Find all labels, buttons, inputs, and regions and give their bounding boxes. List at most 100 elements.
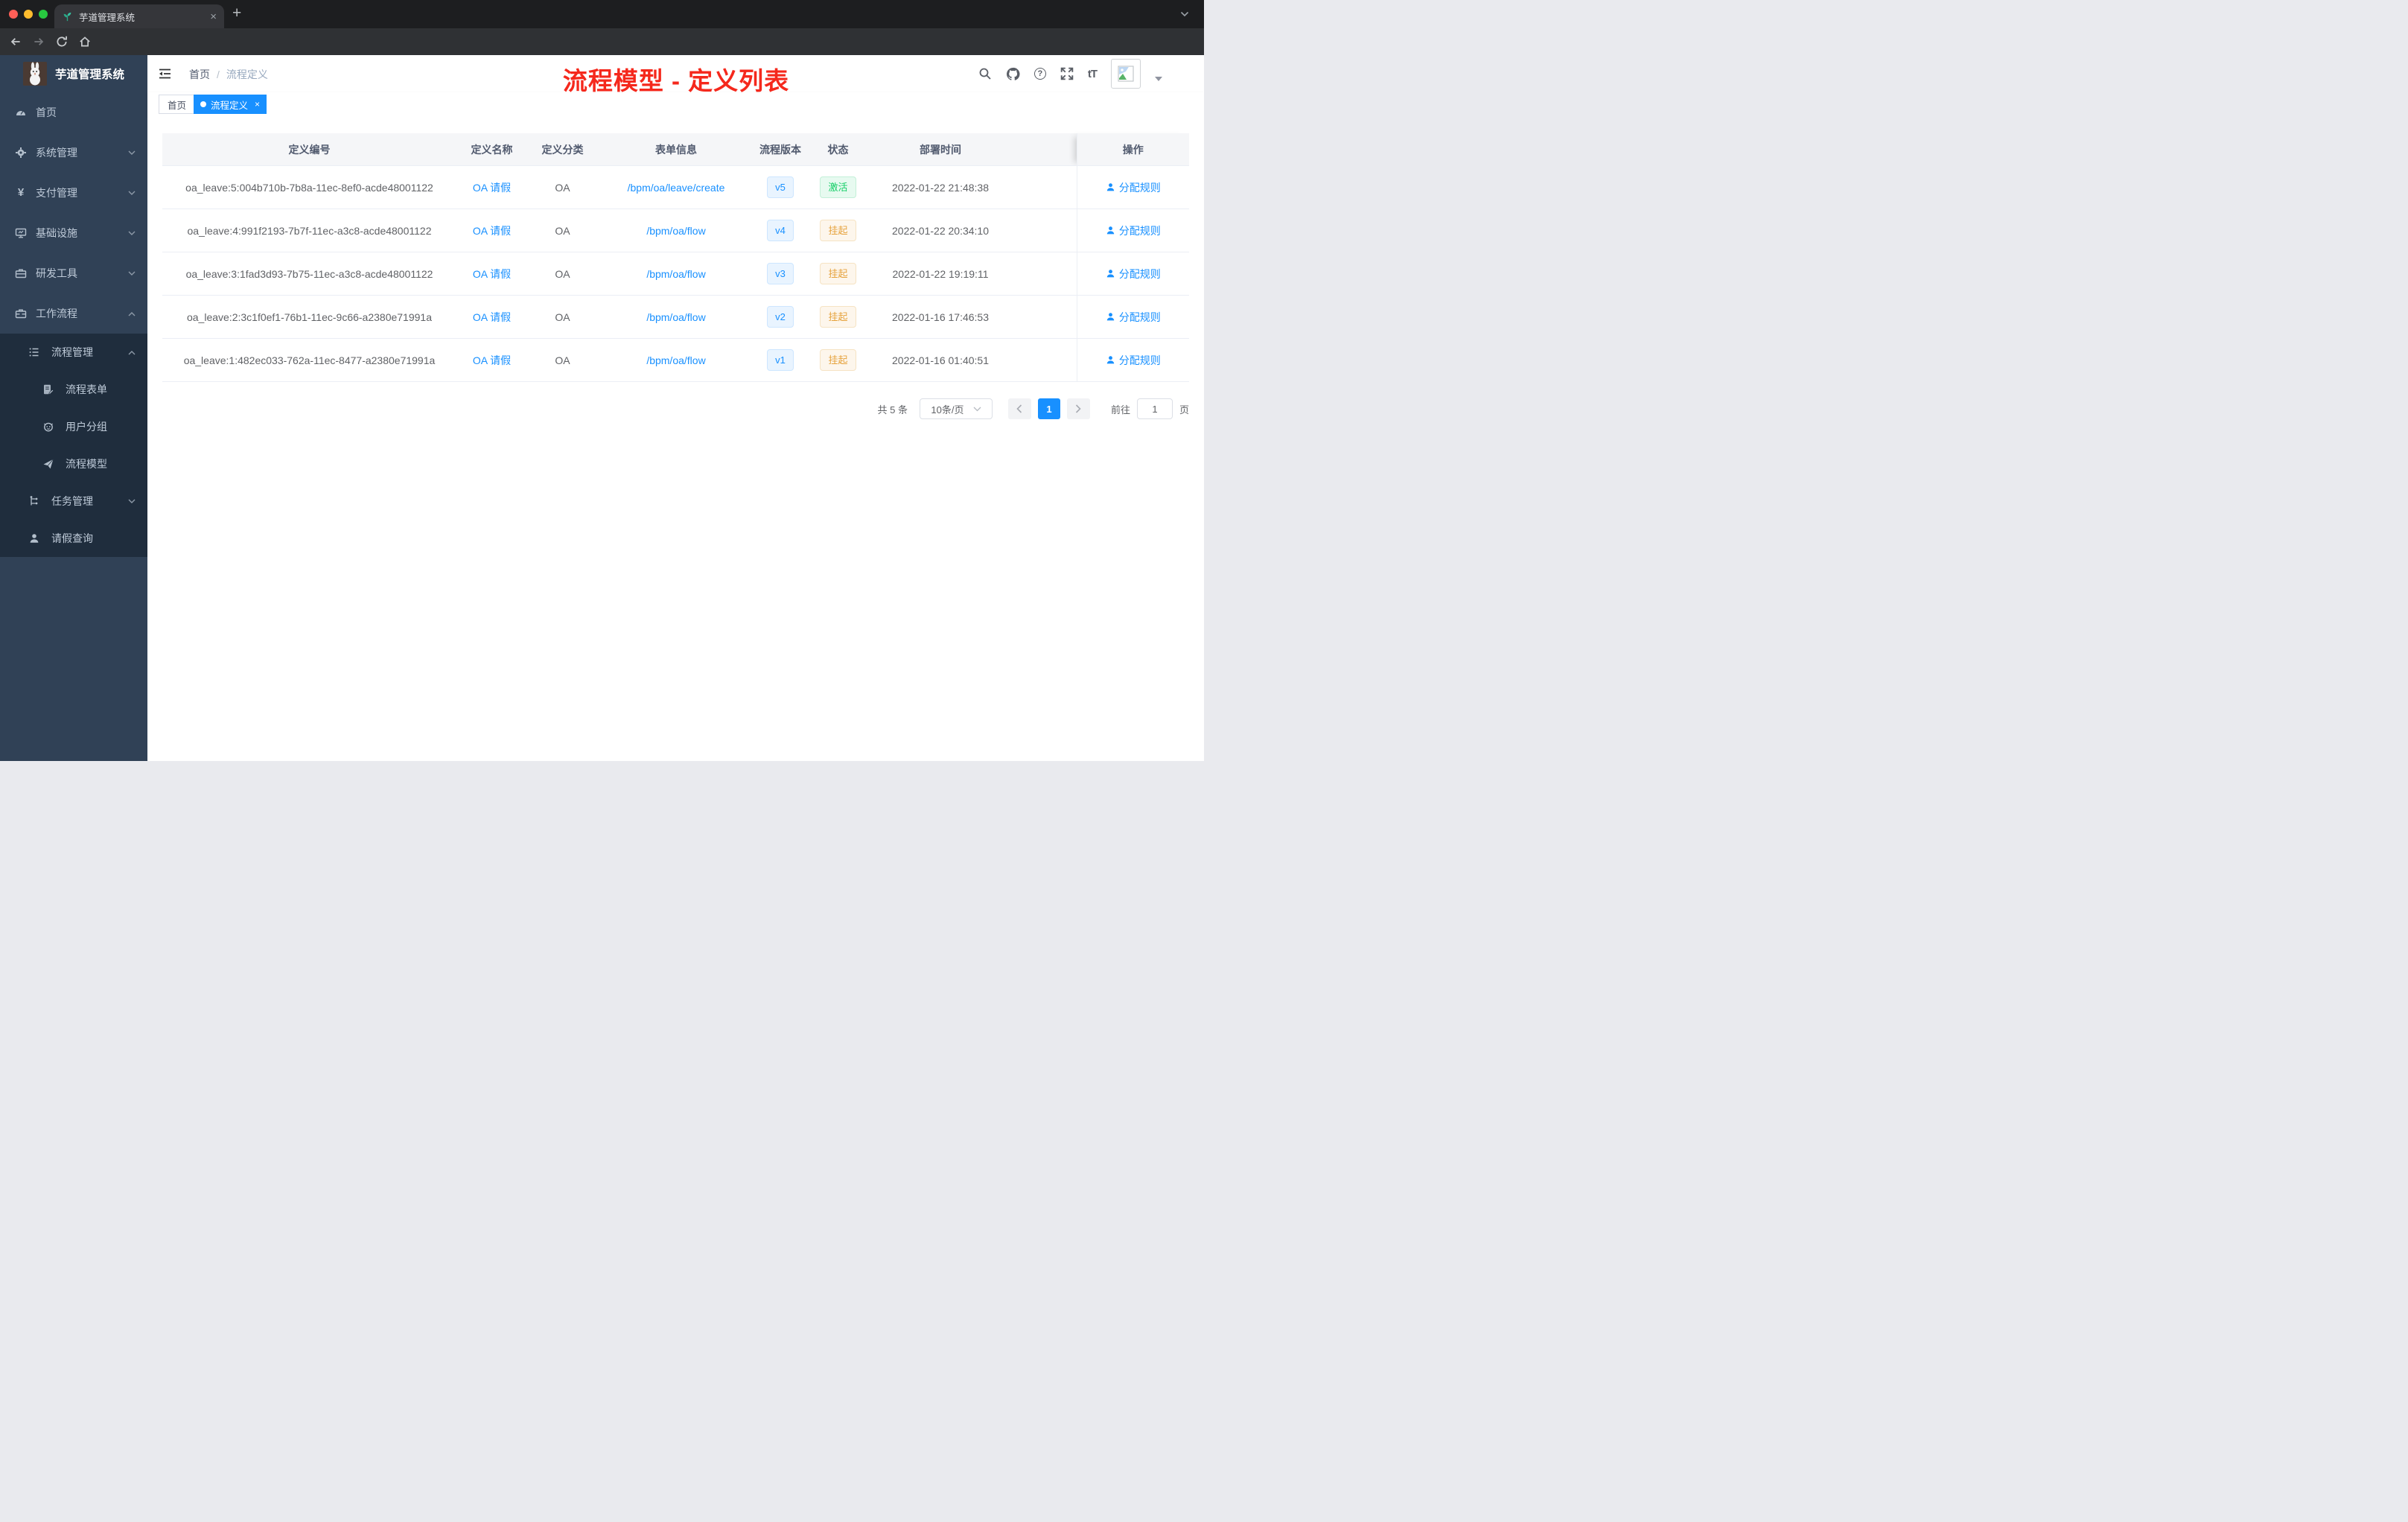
cell-deploy-time: 2022-01-22 21:48:38 bbox=[870, 165, 1011, 209]
form-link[interactable]: /bpm/oa/flow bbox=[646, 268, 705, 280]
app-header: 首页 / 流程定义 流程模型 - 定义列表 ? tT bbox=[147, 55, 1204, 95]
cell-actions: 分配规则 bbox=[1076, 252, 1189, 296]
cell-version: v4 bbox=[754, 208, 806, 252]
font-size-icon[interactable]: tT bbox=[1088, 68, 1098, 80]
user-avatar[interactable] bbox=[1111, 59, 1141, 89]
logo-rabbit-avatar bbox=[22, 62, 47, 86]
cell-definition-id: oa_leave:2:3c1f0ef1-76b1-11ec-9c66-a2380… bbox=[162, 295, 456, 339]
window-minimize-button[interactable] bbox=[24, 10, 33, 19]
page-size-value: 10条/页 bbox=[931, 404, 964, 415]
window-close-button[interactable] bbox=[9, 10, 18, 19]
tab-close-icon[interactable]: × bbox=[210, 11, 217, 22]
cell-version: v1 bbox=[754, 338, 806, 382]
col-form-info: 表单信息 bbox=[598, 133, 754, 166]
cell-filler bbox=[1011, 252, 1077, 296]
browser-tab[interactable]: 芋道管理系统 × bbox=[54, 4, 224, 28]
assign-rule-link[interactable]: 分配规则 bbox=[1106, 353, 1161, 368]
breadcrumb-home[interactable]: 首页 bbox=[189, 67, 210, 82]
gear-icon bbox=[15, 147, 27, 159]
cell-category: OA bbox=[527, 208, 598, 252]
cell-form: /bpm/oa/flow bbox=[598, 295, 754, 339]
avatar-dropdown-caret-icon[interactable] bbox=[1155, 77, 1162, 81]
tag-process-definition[interactable]: 流程定义 × bbox=[194, 95, 267, 114]
browser-tab-strip: 芋道管理系统 × + bbox=[0, 0, 1204, 28]
current-page-button[interactable]: 1 bbox=[1037, 398, 1060, 419]
form-link[interactable]: /bpm/oa/flow bbox=[646, 311, 705, 323]
sidebar-item-infrastructure[interactable]: 基础设施 bbox=[0, 213, 147, 253]
table-row: oa_leave:5:004b710b-7b8a-11ec-8ef0-acde4… bbox=[162, 165, 1189, 209]
table-row: oa_leave:4:991f2193-7b7f-11ec-a3c8-acde4… bbox=[162, 208, 1189, 252]
reload-icon[interactable] bbox=[55, 35, 69, 48]
definition-name-link[interactable]: OA 请假 bbox=[473, 311, 511, 323]
forward-icon[interactable] bbox=[32, 35, 45, 48]
tag-close-icon[interactable]: × bbox=[255, 100, 260, 109]
sidebar-item-label: 请假查询 bbox=[51, 532, 93, 544]
cell-deploy-time: 2022-01-16 01:40:51 bbox=[870, 338, 1011, 382]
definition-name-link[interactable]: OA 请假 bbox=[473, 182, 511, 194]
cell-filler bbox=[1011, 295, 1077, 339]
sidebar-item-task-management[interactable]: 任务管理 bbox=[0, 483, 147, 520]
table-row: oa_leave:3:1fad3d93-7b75-11ec-a3c8-acde4… bbox=[162, 252, 1189, 296]
cell-status: 挂起 bbox=[806, 208, 870, 252]
fullscreen-icon[interactable] bbox=[1060, 67, 1074, 80]
next-page-button[interactable] bbox=[1066, 398, 1090, 419]
col-definition-name: 定义名称 bbox=[456, 133, 527, 166]
page-size-select[interactable]: 10条/页 bbox=[919, 398, 993, 419]
monitor-icon bbox=[15, 227, 27, 239]
goto-page-input[interactable] bbox=[1136, 398, 1173, 419]
chevron-down-icon bbox=[973, 407, 981, 412]
search-icon[interactable] bbox=[978, 67, 992, 80]
browser-toolbar: 不安全 | dashboard.yudao.iocoder.cn/bpm/man… bbox=[0, 28, 1204, 81]
table-header-row: 定义编号 定义名称 定义分类 表单信息 流程版本 状态 部署时间 操作 bbox=[162, 133, 1189, 166]
sidebar-item-system[interactable]: 系统管理 bbox=[0, 133, 147, 173]
cell-status: 激活 bbox=[806, 165, 870, 209]
chevron-down-icon bbox=[128, 231, 136, 236]
window-zoom-button[interactable] bbox=[39, 10, 48, 19]
sidebar-item-process-management[interactable]: 流程管理 bbox=[0, 334, 147, 371]
version-badge: v4 bbox=[767, 220, 794, 241]
form-link[interactable]: /bpm/oa/flow bbox=[646, 225, 705, 237]
version-badge: v1 bbox=[767, 349, 794, 371]
sidebar-item-dev-tools[interactable]: 研发工具 bbox=[0, 253, 147, 293]
cell-category: OA bbox=[527, 165, 598, 209]
cell-version: v3 bbox=[754, 252, 806, 296]
github-icon[interactable] bbox=[1006, 67, 1020, 81]
form-link[interactable]: /bpm/oa/leave/create bbox=[628, 182, 725, 194]
status-badge: 激活 bbox=[820, 176, 856, 198]
sidebar-item-process-form[interactable]: 流程表单 bbox=[0, 371, 147, 408]
sidebar-item-workflow[interactable]: 工作流程 bbox=[0, 293, 147, 334]
sidebar-item-label: 工作流程 bbox=[36, 308, 77, 319]
tab-search-chevron-icon[interactable] bbox=[1180, 11, 1189, 17]
form-link[interactable]: /bpm/oa/flow bbox=[646, 354, 705, 366]
back-icon[interactable] bbox=[9, 35, 22, 48]
new-tab-button[interactable]: + bbox=[232, 4, 241, 22]
tag-label: 首页 bbox=[168, 100, 187, 111]
home-icon[interactable] bbox=[78, 35, 92, 48]
status-badge: 挂起 bbox=[820, 306, 856, 328]
tag-home[interactable]: 首页 bbox=[159, 95, 196, 114]
col-filler bbox=[1011, 133, 1077, 166]
assign-rule-link[interactable]: 分配规则 bbox=[1106, 180, 1161, 195]
sidebar-item-leave-query[interactable]: 请假查询 bbox=[0, 520, 147, 557]
cell-actions: 分配规则 bbox=[1076, 165, 1189, 209]
breadcrumb: 首页 / 流程定义 bbox=[189, 67, 268, 82]
cell-definition-id: oa_leave:3:1fad3d93-7b75-11ec-a3c8-acde4… bbox=[162, 252, 456, 296]
definition-name-link[interactable]: OA 请假 bbox=[473, 225, 511, 237]
sidebar-item-label: 流程模型 bbox=[66, 458, 107, 470]
cell-version: v5 bbox=[754, 165, 806, 209]
sidebar-collapse-icon[interactable] bbox=[159, 68, 171, 80]
goto-label: 前往 bbox=[1110, 404, 1130, 415]
sidebar-logo[interactable]: 芋道管理系统 bbox=[0, 55, 147, 92]
sidebar-item-home[interactable]: 首页 bbox=[0, 92, 147, 133]
sidebar-item-label: 系统管理 bbox=[36, 147, 77, 159]
definition-name-link[interactable]: OA 请假 bbox=[473, 268, 511, 280]
assign-rule-link[interactable]: 分配规则 bbox=[1106, 310, 1161, 325]
help-icon[interactable]: ? bbox=[1033, 68, 1046, 80]
sidebar-item-user-group[interactable]: 用户分组 bbox=[0, 408, 147, 445]
sidebar-item-process-model[interactable]: 流程模型 bbox=[0, 445, 147, 483]
prev-page-button[interactable] bbox=[1007, 398, 1031, 419]
definition-name-link[interactable]: OA 请假 bbox=[473, 354, 511, 366]
assign-rule-link[interactable]: 分配规则 bbox=[1106, 267, 1161, 281]
assign-rule-link[interactable]: 分配规则 bbox=[1106, 223, 1161, 238]
sidebar-item-payment[interactable]: ¥ 支付管理 bbox=[0, 173, 147, 213]
